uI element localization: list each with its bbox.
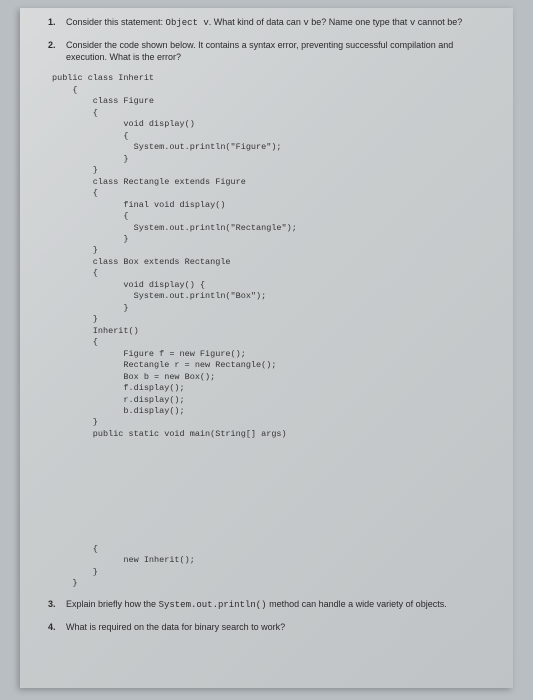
code-line: } bbox=[52, 417, 98, 427]
q3-text-a: Explain briefly how the bbox=[66, 599, 159, 609]
question-3: 3. Explain briefly how the System.out.pr… bbox=[48, 598, 489, 611]
code-line: System.out.println("Rectangle"); bbox=[52, 223, 297, 233]
q4-number: 4. bbox=[48, 621, 66, 633]
code-line: } bbox=[52, 234, 129, 244]
q2-number: 2. bbox=[48, 39, 66, 63]
code-line: void display() { bbox=[52, 280, 205, 290]
code-block: public class Inherit { class Figure { vo… bbox=[52, 73, 489, 589]
code-line: { bbox=[52, 85, 78, 95]
code-line: } bbox=[52, 165, 98, 175]
q1-text-c: be? Name one type that bbox=[309, 17, 410, 27]
code-line: r.display(); bbox=[52, 395, 185, 405]
q1-text-a: Consider this statement: bbox=[66, 17, 166, 27]
code-line: { bbox=[52, 337, 98, 347]
worksheet-page: 1. Consider this statement: Object v. Wh… bbox=[20, 8, 513, 688]
code-line: new Inherit(); bbox=[52, 555, 195, 565]
code-line: final void display() bbox=[52, 200, 225, 210]
code-line: } bbox=[52, 303, 129, 313]
code-line: } bbox=[52, 578, 78, 588]
code-line: public class Inherit bbox=[52, 73, 154, 83]
code-line: { bbox=[52, 188, 98, 198]
q3-text-b: method can handle a wide variety of obje… bbox=[267, 599, 447, 609]
code-line: Rectangle r = new Rectangle(); bbox=[52, 360, 276, 370]
question-1: 1. Consider this statement: Object v. Wh… bbox=[48, 16, 489, 29]
code-line: class Box extends Rectangle bbox=[52, 257, 231, 267]
q4-body: What is required on the data for binary … bbox=[66, 621, 489, 633]
code-line: Box b = new Box(); bbox=[52, 372, 215, 382]
code-line: { bbox=[52, 108, 98, 118]
code-line: Figure f = new Figure(); bbox=[52, 349, 246, 359]
code-line: f.display(); bbox=[52, 383, 185, 393]
code-line: public static void main(String[] args) bbox=[52, 429, 287, 439]
q1-body: Consider this statement: Object v. What … bbox=[66, 16, 489, 29]
code-line: } bbox=[52, 245, 98, 255]
q1-text-b: . What kind of data can bbox=[209, 17, 304, 27]
q1-code-a: Object v bbox=[166, 18, 209, 28]
code-line: System.out.println("Figure"); bbox=[52, 142, 282, 152]
q3-code-a: System.out.println() bbox=[159, 600, 267, 610]
code-line: } bbox=[52, 154, 129, 164]
code-line: void display() bbox=[52, 119, 195, 129]
question-4: 4. What is required on the data for bina… bbox=[48, 621, 489, 633]
q1-number: 1. bbox=[48, 16, 66, 29]
code-line: { bbox=[52, 544, 98, 554]
q3-body: Explain briefly how the System.out.print… bbox=[66, 598, 489, 611]
code-line: { bbox=[52, 211, 129, 221]
code-line: System.out.println("Box"); bbox=[52, 291, 266, 301]
q1-text-d: cannot be? bbox=[415, 17, 462, 27]
code-line: } bbox=[52, 314, 98, 324]
q3-number: 3. bbox=[48, 598, 66, 611]
question-2: 2. Consider the code shown below. It con… bbox=[48, 39, 489, 63]
code-line: Inherit() bbox=[52, 326, 139, 336]
code-line: b.display(); bbox=[52, 406, 185, 416]
code-line: { bbox=[52, 268, 98, 278]
code-line: class Rectangle extends Figure bbox=[52, 177, 246, 187]
q2-body: Consider the code shown below. It contai… bbox=[66, 39, 489, 63]
code-line: class Figure bbox=[52, 96, 154, 106]
code-line: } bbox=[52, 567, 98, 577]
code-line: { bbox=[52, 131, 129, 141]
